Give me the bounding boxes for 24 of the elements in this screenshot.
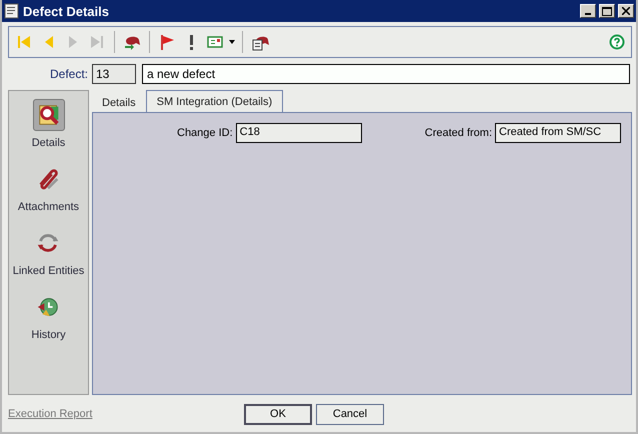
execution-report-link[interactable]: Execution Report bbox=[8, 408, 244, 420]
input-field[interactable]: C18 bbox=[236, 123, 362, 143]
maximize-button[interactable] bbox=[599, 4, 615, 18]
defect-id-field[interactable]: 13 bbox=[92, 64, 136, 84]
defect-label: Defect: bbox=[48, 67, 89, 81]
sidebar-item[interactable]: History bbox=[31, 291, 66, 341]
window-title: Defect Details bbox=[23, 4, 110, 18]
sidebar-item[interactable]: Linked Entities bbox=[12, 227, 84, 277]
input-field[interactable]: Created from SM/SC bbox=[495, 123, 621, 143]
close-icon bbox=[622, 7, 630, 15]
close-button[interactable] bbox=[618, 4, 634, 18]
field-label: Created from: bbox=[424, 127, 492, 139]
maximize-icon bbox=[602, 6, 612, 16]
dropdown-caret-icon[interactable] bbox=[229, 40, 235, 44]
minimize-button[interactable] bbox=[580, 4, 596, 18]
tab[interactable]: SM Integration (Details) bbox=[146, 90, 284, 112]
form-icon bbox=[4, 3, 20, 19]
dialog-button[interactable]: Cancel bbox=[316, 404, 384, 424]
summary-field[interactable]: a new defect bbox=[142, 64, 630, 84]
field-label: Change ID: bbox=[177, 127, 233, 139]
help-icon[interactable] bbox=[609, 34, 625, 50]
tab[interactable]: Details bbox=[92, 94, 146, 112]
sidebar-item[interactable]: Attachments bbox=[18, 163, 80, 213]
dialog-button[interactable]: OK bbox=[244, 404, 312, 424]
